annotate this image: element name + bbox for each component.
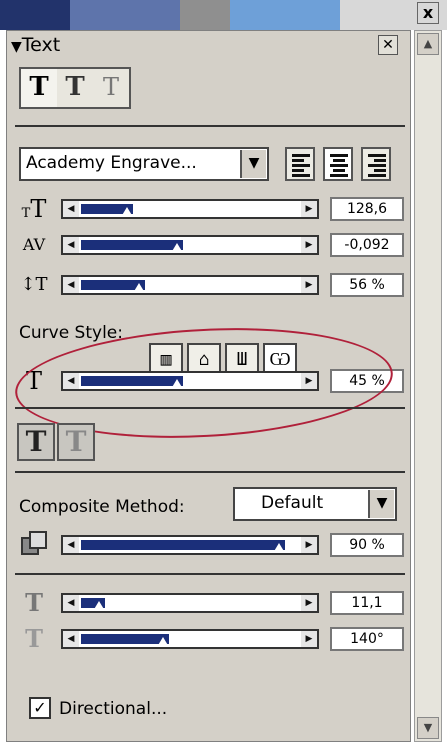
shadow-angle-value[interactable]: 140° <box>330 627 404 651</box>
slider-fill <box>81 540 285 550</box>
composite-method-value: Default <box>261 493 324 513</box>
slider-right-icon[interactable]: ▶ <box>301 201 317 217</box>
scrollbar[interactable]: ▲ ▼ <box>414 30 442 742</box>
slider-right-icon[interactable]: ▶ <box>301 595 317 611</box>
scroll-up-icon[interactable]: ▲ <box>417 33 439 55</box>
slider-left-icon[interactable]: ◀ <box>63 277 79 293</box>
tracking-slider[interactable]: ◀ ▶ <box>61 235 319 255</box>
size-slider-row: TT ◀ ▶ 128,6 <box>17 195 405 223</box>
palette-title-text: Text <box>21 34 61 56</box>
leading-icon: ↕T <box>20 274 48 295</box>
palette-close-button[interactable]: ✕ <box>378 35 398 55</box>
align-left-button[interactable] <box>285 147 315 181</box>
text-solid-effect-button[interactable]: T <box>17 423 55 461</box>
shadow-angle-icon: T <box>25 624 43 653</box>
align-center-button[interactable] <box>323 147 353 181</box>
slider-left-icon[interactable]: ◀ <box>63 631 79 647</box>
slider-left-icon[interactable]: ◀ <box>63 537 79 553</box>
opacity-slider-row: ◀ ▶ 90 % <box>17 531 405 559</box>
directional-label[interactable]: Directional... <box>59 699 167 719</box>
opacity-slider[interactable]: ◀ ▶ <box>61 535 319 555</box>
opacity-icon <box>17 531 51 559</box>
font-size-icon: TT <box>21 195 47 223</box>
text-palette: ▼Text ✕ T T T Academy Engrave... ▼ TT ◀ … <box>6 30 411 742</box>
strip-segment <box>70 0 180 30</box>
slider-thumb[interactable] <box>121 207 133 217</box>
text-shadow-button[interactable]: T <box>57 69 93 107</box>
text-ghost-effect-button[interactable]: T <box>57 423 95 461</box>
slider-right-icon[interactable]: ▶ <box>301 237 317 253</box>
chevron-down-icon[interactable]: ▼ <box>240 150 266 178</box>
separator <box>15 573 405 575</box>
leading-value[interactable]: 56 % <box>330 273 404 297</box>
separator <box>15 125 405 127</box>
separator <box>15 407 405 409</box>
shadow-distance-row: T ◀ ▶ 11,1 <box>17 589 405 617</box>
align-right-button[interactable] <box>361 147 391 181</box>
slider-fill <box>81 240 183 250</box>
tracking-slider-row: AV ◀ ▶ -0,092 <box>17 231 405 259</box>
slider-thumb[interactable] <box>273 543 285 553</box>
strip-segment <box>0 0 70 30</box>
shadow-distance-slider[interactable]: ◀ ▶ <box>61 593 319 613</box>
palette-title: ▼Text <box>11 34 60 56</box>
collapse-triangle-icon[interactable]: ▼ <box>11 39 22 55</box>
shadow-angle-slider[interactable]: ◀ ▶ <box>61 629 319 649</box>
slider-fill <box>81 634 169 644</box>
shadow-distance-icon: T <box>25 588 43 617</box>
text-normal-button[interactable]: T <box>21 69 57 107</box>
strip-segment <box>180 0 230 30</box>
chevron-down-icon[interactable]: ▼ <box>368 490 394 518</box>
tracking-value[interactable]: -0,092 <box>330 233 404 257</box>
font-dropdown[interactable]: Academy Engrave... ▼ <box>19 147 269 181</box>
slider-left-icon[interactable]: ◀ <box>63 595 79 611</box>
opacity-value[interactable]: 90 % <box>330 533 404 557</box>
palette-titlebar[interactable]: ▼Text ✕ <box>7 31 410 59</box>
slider-thumb[interactable] <box>133 283 145 293</box>
slider-right-icon[interactable]: ▶ <box>301 537 317 553</box>
background-strip <box>0 0 447 30</box>
slider-thumb[interactable] <box>171 243 183 253</box>
composite-method-dropdown[interactable]: Default ▼ <box>233 487 397 521</box>
text-outline-button[interactable]: T <box>93 69 129 107</box>
slider-thumb[interactable] <box>93 601 105 611</box>
size-slider[interactable]: ◀ ▶ <box>61 199 319 219</box>
size-value[interactable]: 128,6 <box>330 197 404 221</box>
scroll-down-icon[interactable]: ▼ <box>417 717 439 739</box>
directional-checkbox[interactable]: ✓ <box>29 697 51 719</box>
composite-method-label: Composite Method: <box>19 497 185 517</box>
window-close-button[interactable]: x <box>417 2 439 24</box>
tracking-icon: AV <box>22 235 46 254</box>
leading-slider-row: ↕T ◀ ▶ 56 % <box>17 271 405 299</box>
slider-left-icon[interactable]: ◀ <box>63 237 79 253</box>
leading-slider[interactable]: ◀ ▶ <box>61 275 319 295</box>
slider-right-icon[interactable]: ▶ <box>301 631 317 647</box>
shadow-distance-value[interactable]: 11,1 <box>330 591 404 615</box>
slider-thumb[interactable] <box>157 637 169 647</box>
font-name: Academy Engrave... <box>26 153 197 173</box>
slider-right-icon[interactable]: ▶ <box>301 277 317 293</box>
shadow-angle-row: T ◀ ▶ 140° <box>17 625 405 653</box>
slider-left-icon[interactable]: ◀ <box>63 201 79 217</box>
strip-segment <box>230 0 340 30</box>
separator <box>15 471 405 473</box>
text-style-group: T T T <box>19 67 131 109</box>
